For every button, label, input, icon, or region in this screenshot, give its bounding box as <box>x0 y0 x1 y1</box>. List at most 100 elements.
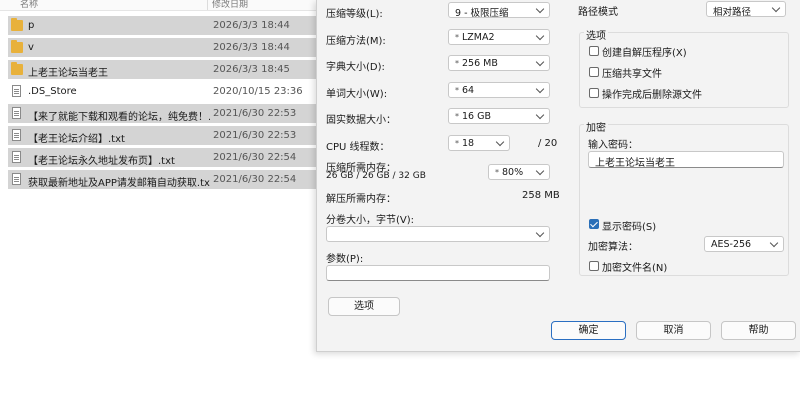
chevron-down-icon <box>535 31 545 41</box>
file-row[interactable]: v 2026/3/3 18:44 <box>8 38 316 58</box>
options-group-title: 选项 <box>584 27 608 42</box>
file-name: 获取最新地址及APP请发邮箱自动获取.txt <box>28 178 210 189</box>
file-explorer: 名称 修改日期 p 2026/3/3 18:44 v 2026/3/3 18:4… <box>0 0 316 400</box>
file-name: p <box>28 20 35 31</box>
cancel-button[interactable]: 取消 <box>636 321 711 340</box>
compression-level-dropdown[interactable]: 9 - 极限压缩 <box>448 2 550 19</box>
password-value: 上老王论坛当老王 <box>595 158 675 169</box>
memory-usage-value: 80% <box>502 167 524 178</box>
document-icon <box>12 151 21 163</box>
chevron-down-icon <box>771 3 781 13</box>
encryption-method-dropdown[interactable]: AES-256 <box>704 236 784 252</box>
encryption-method-label: 加密算法： <box>588 242 638 253</box>
parameters-input[interactable] <box>326 265 550 281</box>
word-size-label: 单词大小(W): <box>326 89 388 100</box>
chevron-down-icon <box>535 4 545 14</box>
star-marker: * <box>455 139 459 148</box>
file-row[interactable]: .DS_Store 2020/10/15 23:36 <box>8 82 316 102</box>
shared-files-label: 压缩共享文件 <box>602 69 662 80</box>
star-marker: * <box>455 86 459 95</box>
parameters-label: 参数(P): <box>326 254 364 265</box>
star-marker: * <box>455 112 459 121</box>
file-date: 2021/6/30 22:53 <box>213 130 297 141</box>
show-password-label: 显示密码(S) <box>602 222 657 233</box>
encrypt-names-checkbox[interactable] <box>589 261 599 271</box>
column-separator[interactable] <box>207 0 208 10</box>
file-name: 【老王论坛永久地址发布页】.txt <box>28 156 175 167</box>
sfx-label: 创建自解压程序(X) <box>602 48 687 59</box>
show-password-checkbox[interactable] <box>589 219 599 229</box>
star-marker: * <box>455 33 459 42</box>
add-to-archive-dialog: 压缩等级(L): 9 - 极限压缩 压缩方法(M): * LZMA2 字典大小(D… <box>316 0 800 352</box>
decompression-memory-value: 258 MB <box>522 190 560 201</box>
file-row[interactable]: 上老王论坛当老王 2026/3/3 18:45 <box>8 60 316 80</box>
file-date: 2026/3/3 18:44 <box>213 42 290 53</box>
file-date: 2020/10/15 23:36 <box>213 86 303 97</box>
file-row[interactable]: p 2026/3/3 18:44 <box>8 16 316 36</box>
file-row[interactable]: 【老王论坛永久地址发布页】.txt 2021/6/30 22:54 <box>8 148 316 168</box>
file-name: 【老王论坛介绍】.txt <box>28 134 125 145</box>
chevron-down-icon <box>535 110 545 120</box>
file-name: 上老王论坛当老王 <box>28 68 108 79</box>
path-mode-value: 相对路径 <box>713 7 752 18</box>
shared-files-checkbox[interactable] <box>589 67 599 77</box>
folder-icon <box>11 18 23 31</box>
memory-usage-dropdown[interactable]: * 80% <box>488 164 550 180</box>
compression-method-dropdown[interactable]: * LZMA2 <box>448 29 550 45</box>
compression-level-label: 压缩等级(L): <box>326 9 383 20</box>
file-date: 2021/6/30 22:53 <box>213 108 297 119</box>
compression-level-value: 9 - 极限压缩 <box>455 8 509 19</box>
sfx-checkbox[interactable] <box>589 46 599 56</box>
star-marker: * <box>455 59 459 68</box>
split-volume-label: 分卷大小，字节(V): <box>326 215 415 226</box>
ok-button[interactable]: 确定 <box>551 321 626 340</box>
encryption-group-title: 加密 <box>584 119 608 134</box>
chevron-down-icon <box>535 84 545 94</box>
column-date-header[interactable]: 修改日期 <box>212 0 248 10</box>
decompression-memory-label: 解压所需内存： <box>326 194 396 205</box>
help-button[interactable]: 帮助 <box>721 321 796 340</box>
file-date: 2026/3/3 18:45 <box>213 64 290 75</box>
password-input[interactable]: 上老王论坛当老王 <box>588 151 784 169</box>
folder-icon <box>11 40 23 53</box>
encryption-method-value: AES-256 <box>711 239 752 250</box>
file-date: 2026/3/3 18:44 <box>213 20 290 31</box>
cpu-threads-value: 18 <box>462 138 475 149</box>
dictionary-size-dropdown[interactable]: * 256 MB <box>448 55 550 71</box>
chevron-down-icon <box>535 57 545 67</box>
column-header: 名称 修改日期 <box>0 0 316 11</box>
file-name: .DS_Store <box>28 86 77 97</box>
column-name-header[interactable]: 名称 <box>20 0 38 10</box>
compression-memory-detail: 26 GB / 26 GB / 32 GB <box>326 171 426 181</box>
split-volume-dropdown[interactable] <box>326 226 550 242</box>
file-row[interactable]: 【来了就能下载和观看的论坛，纯免费！... 2021/6/30 22:53 <box>8 104 316 124</box>
chevron-down-icon <box>535 166 545 176</box>
word-size-value: 64 <box>462 85 475 96</box>
star-marker: * <box>495 168 499 177</box>
solid-block-size-value: 16 GB <box>462 111 491 122</box>
file-row[interactable]: 获取最新地址及APP请发邮箱自动获取.txt 2021/6/30 22:54 <box>8 170 316 190</box>
chevron-down-icon <box>495 137 505 147</box>
solid-block-size-dropdown[interactable]: * 16 GB <box>448 108 550 124</box>
word-size-dropdown[interactable]: * 64 <box>448 82 550 98</box>
encrypt-names-label: 加密文件名(N) <box>602 263 668 274</box>
password-label: 输入密码： <box>588 140 638 151</box>
cpu-threads-max: / 20 <box>538 138 558 149</box>
document-icon <box>12 129 21 141</box>
compression-method-value: LZMA2 <box>462 32 495 43</box>
solid-block-size-label: 固实数据大小： <box>326 115 396 126</box>
document-icon <box>12 85 21 97</box>
compression-method-label: 压缩方法(M): <box>326 36 386 47</box>
delete-after-checkbox[interactable] <box>589 88 599 98</box>
file-date: 2021/6/30 22:54 <box>213 152 297 163</box>
delete-after-label: 操作完成后删除源文件 <box>602 90 702 101</box>
file-row[interactable]: 【老王论坛介绍】.txt 2021/6/30 22:53 <box>8 126 316 146</box>
path-mode-label: 路径模式 <box>578 7 618 18</box>
cpu-threads-dropdown[interactable]: * 18 <box>448 135 510 151</box>
options-button[interactable]: 选项 <box>328 297 400 316</box>
folder-icon <box>11 62 23 75</box>
path-mode-dropdown[interactable]: 相对路径 <box>706 1 786 18</box>
file-date: 2021/6/30 22:54 <box>213 174 297 185</box>
dictionary-size-value: 256 MB <box>462 58 498 69</box>
document-icon <box>12 107 21 119</box>
